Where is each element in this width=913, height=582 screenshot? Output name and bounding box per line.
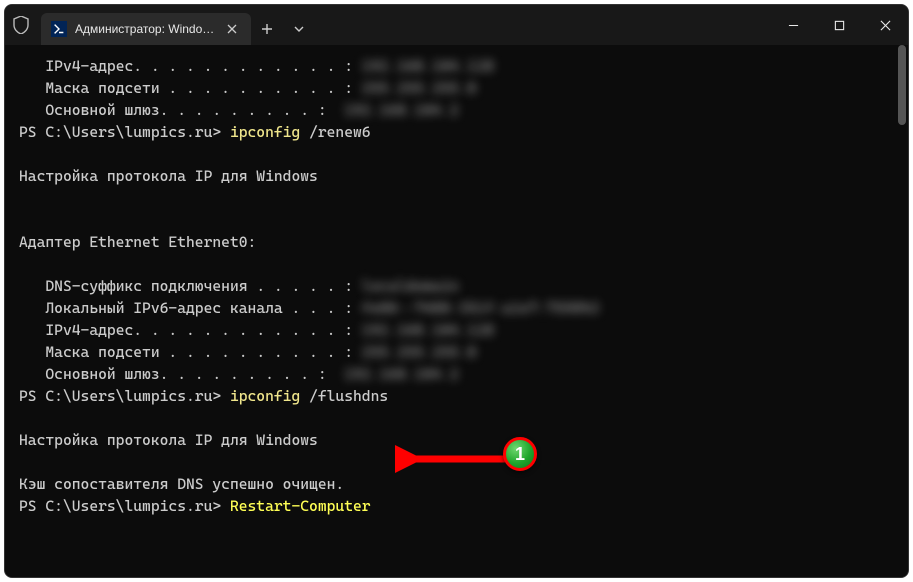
terminal-line	[19, 407, 908, 429]
terminal-line: IPv4-адрес. . . . . . . . . . . . : 192.…	[19, 319, 908, 341]
terminal-line: Локальный IPv6-адрес канала . . . : fe80…	[19, 297, 908, 319]
terminal-line: Маска подсети . . . . . . . . . . : 255.…	[19, 77, 908, 99]
terminal-line: DNS-суффикс подключения . . . . . : loca…	[19, 275, 908, 297]
terminal-line: PS C:\Users\lumpics.ru> ipconfig /flushd…	[19, 385, 908, 407]
terminal-line: IPv4-адрес. . . . . . . . . . . . : 192.…	[19, 55, 908, 77]
terminal-line	[19, 187, 908, 209]
terminal-line: Настройка протокола IP для Windows	[19, 165, 908, 187]
maximize-button[interactable]	[816, 5, 862, 45]
terminal-line	[19, 253, 908, 275]
terminal-line: Основной шлюз. . . . . . . . . : 192.168…	[19, 363, 908, 385]
terminal-line: Настройка протокола IP для Windows	[19, 429, 908, 451]
terminal-line	[19, 143, 908, 165]
tab-close-button[interactable]	[223, 20, 241, 38]
active-tab[interactable]: Администратор: Windows Pc	[41, 13, 251, 45]
terminal-output[interactable]: IPv4-адрес. . . . . . . . . . . . : 192.…	[5, 45, 908, 577]
close-button[interactable]	[862, 5, 908, 45]
tab-dropdown-button[interactable]	[283, 13, 315, 45]
powershell-icon	[51, 21, 67, 37]
titlebar: Администратор: Windows Pc	[5, 5, 908, 45]
terminal-line: Основной шлюз. . . . . . . . . : 192.168…	[19, 99, 908, 121]
terminal-line: Маска подсети . . . . . . . . . . : 255.…	[19, 341, 908, 363]
terminal-line: Кэш сопоставителя DNS успешно очищен.	[19, 473, 908, 495]
terminal-line: Адаптер Ethernet Ethernet0:	[19, 231, 908, 253]
scrollbar-thumb[interactable]	[898, 45, 906, 125]
shield-icon	[13, 16, 29, 34]
terminal-window: Администратор: Windows Pc IPv4-адрес. . …	[4, 4, 909, 578]
scrollbar[interactable]	[897, 45, 907, 576]
terminal-line	[19, 209, 908, 231]
terminal-line: PS C:\Users\lumpics.ru> ipconfig /renew6	[19, 121, 908, 143]
terminal-line	[19, 451, 908, 473]
terminal-line: PS C:\Users\lumpics.ru> Restart-Computer	[19, 495, 908, 517]
new-tab-button[interactable]	[251, 13, 283, 45]
minimize-button[interactable]	[770, 5, 816, 45]
tab-title: Администратор: Windows Pc	[75, 22, 215, 36]
